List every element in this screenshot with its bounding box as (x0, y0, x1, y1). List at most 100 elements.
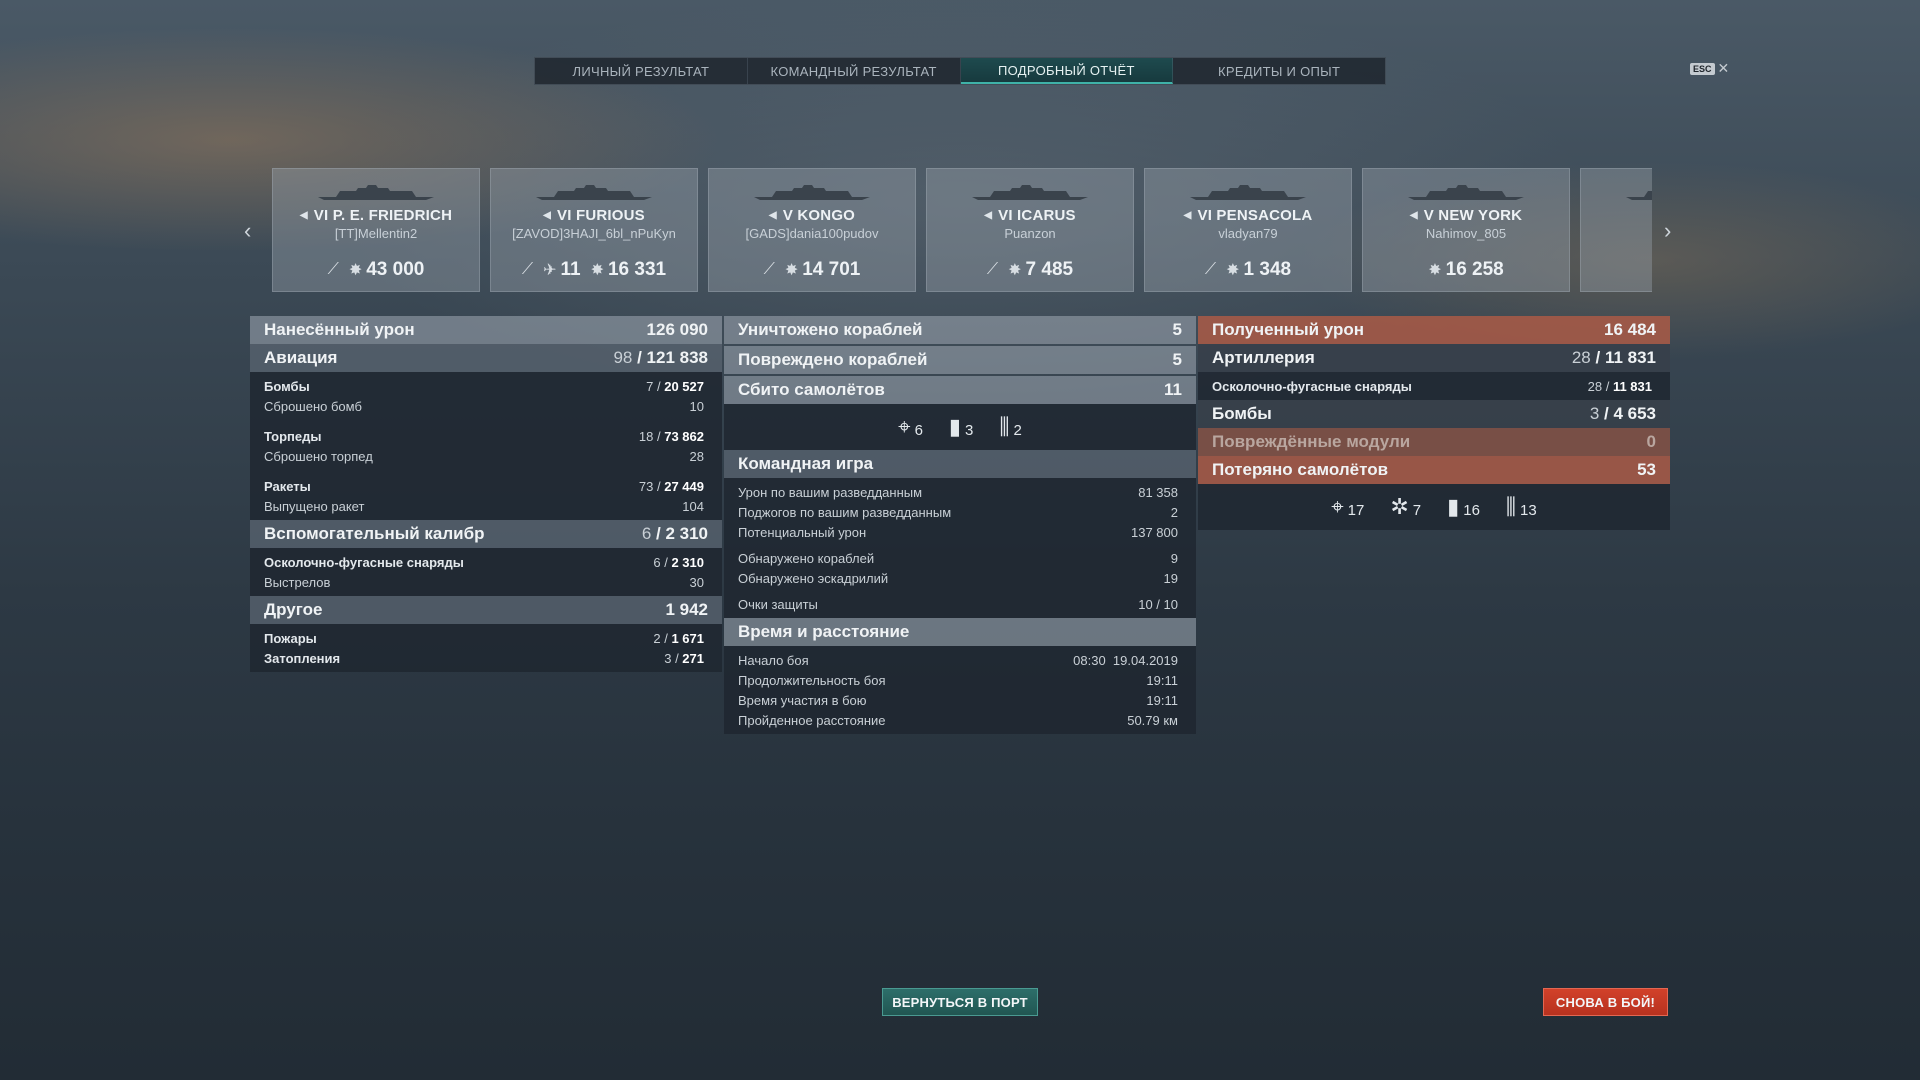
bombs-row: Бомбы 7 / 20 527 (264, 378, 704, 394)
prev-ships-arrow[interactable]: ‹ (244, 218, 251, 244)
bomber-icon: ▮ (948, 414, 962, 439)
spotting-fires-row: Поджогов по вашим разведданным 2 (738, 504, 1178, 520)
planes-lost-breakdown: ⌖ 17 ✲ 7 ▮ 16 ⫼ 13 (1198, 484, 1670, 530)
distance-row: Пройденное расстояние 50.79 км (738, 712, 1178, 728)
ship-silhouette-icon (1190, 185, 1306, 200)
ship-name: ◀ V NEW YORK (1409, 207, 1523, 224)
damage-stat: ✸ 7 485 (1008, 259, 1074, 280)
ship-class-icon: ◀ (1409, 210, 1418, 221)
squads-spotted-row: Обнаружено эскадрилий 19 (738, 570, 1178, 586)
ship-cards-carousel: ◀ VI P. E. FRIEDRICH [TT]Mellentin2 ⟋ ✸ 43… (272, 168, 1652, 292)
ship-silhouette-icon (754, 185, 870, 200)
time-distance-header: Время и расстояние (724, 618, 1196, 646)
torpedoes-row: Торпеды 18 / 73 862 (264, 428, 704, 444)
explosion-icon: ✸ (784, 262, 799, 279)
lost-bomber-count: ▮ 16 (1447, 494, 1480, 519)
ship-stats: ⟋ ✸ 14 701 (709, 259, 915, 281)
aviation-header: Авиация 98 / 121 838 (250, 344, 722, 372)
rockets-fired-row: Выпущено ракет 104 (264, 498, 704, 514)
ship-stats: ⟋ ✸ 1 348 (1145, 259, 1351, 281)
explosion-icon: ✸ (1008, 262, 1022, 279)
potential-damage-row: Потенциальный урон 137 800 (738, 524, 1178, 540)
planes-destroyed-stat: ✈ 11 (543, 259, 581, 280)
ship-stats: ⟋ ✸ 7 485 (927, 259, 1133, 281)
ship-stats: ✸ 16 258 (1363, 259, 1569, 281)
player-name: Nahimov_805 (1425, 226, 1507, 241)
other-label: Другое (264, 600, 323, 619)
ship-card[interactable]: ◀ V OK [MAI (1580, 168, 1652, 292)
esc-key-badge: ESC (1690, 62, 1715, 75)
ship-card[interactable]: ◀ VI PENSACOLA vladyan79 ⟋ ✸ 1 348 (1144, 168, 1352, 292)
next-ships-arrow[interactable]: › (1664, 218, 1671, 244)
ship-class-icon: ◀ (543, 210, 552, 221)
bomber-icon: ▮ (1447, 494, 1460, 519)
ship-card[interactable]: ◀ V KONGO [GADS]dania100pudov ⟋ ✸ 14 701 (708, 168, 916, 292)
explosion-icon: ✸ (590, 262, 604, 279)
shot-down-header: Сбито самолётов 11 (724, 376, 1196, 404)
ship-name: ◀ VI ICARUS (984, 207, 1076, 224)
torpedo-icon: ⟋ (1204, 261, 1217, 278)
teamplay-details: Урон по вашим разведданным 81 358 Поджого… (724, 478, 1196, 618)
close-icon: ✕ (1717, 60, 1730, 76)
ship-stats: ⟋ ✸ 43 000 (273, 259, 479, 281)
player-name: [ZAVOD]3HAJI_6bl_nPuKyn (512, 226, 676, 241)
ship-silhouette-icon (1408, 185, 1524, 200)
battle-again-button[interactable]: СНОВА В БОЙ! (1543, 988, 1668, 1016)
tab-team-result[interactable]: КОМАНДНЫЙ РЕЗУЛЬТАТ (748, 58, 961, 84)
ship-name: ◀ VI PENSACOLA (1183, 207, 1313, 224)
destroyed-header: Уничтожено кораблей 5 (724, 316, 1196, 344)
explosion-icon: ✸ (348, 262, 363, 279)
secondary-label: Вспомогательный калибр (264, 524, 485, 543)
damage-received-panel: Полученный урон 16 484 Артиллерия 28 / 11… (1198, 316, 1670, 530)
he-shells-row: Осколочно-фугасные снаряды 6 / 2 310 (264, 554, 704, 570)
player-name: [GADS]dania100pudov (745, 226, 879, 241)
secondary-details: Осколочно-фугасные снаряды 6 / 2 310 Выст… (250, 548, 722, 596)
player-name: Puanzon (1004, 226, 1056, 241)
lost-torpedo-bomber-count: ⫼ 13 (1505, 494, 1537, 519)
torpedo-icon: ⟋ (327, 261, 339, 278)
artillery-details: Осколочно-фугасные снаряды 28 / 11 831 (1198, 372, 1670, 400)
player-name: [TT]Mellentin2 (334, 226, 418, 241)
teamplay-header: Командная игра (724, 450, 1196, 478)
attack-plane-icon: ✲ (1390, 494, 1409, 519)
tab-personal-result[interactable]: ЛИЧНЫЙ РЕЗУЛЬТАТ (535, 58, 748, 84)
aviation-label: Авиация (264, 348, 338, 367)
secondary-header: Вспомогательный калибр 6 / 2 310 (250, 520, 722, 548)
damage-stat: ✸ 16 331 (590, 259, 667, 280)
torpedoes-dropped-row: Сброшено торпед 28 (264, 448, 704, 464)
close-button[interactable]: ESC ✕ (1690, 60, 1729, 77)
ship-silhouette-icon (536, 185, 652, 200)
ship-card[interactable]: ◀ V NEW YORK Nahimov_805 ✸ 16 258 (1362, 168, 1570, 292)
ship-silhouette-icon (1626, 191, 1652, 200)
lost-fighter-count: ⌖ 17 (1331, 494, 1365, 519)
damage-stat: ✸ 1 348 (1226, 259, 1292, 280)
torpedo-icon: ⟋ (986, 261, 999, 278)
explosion-icon: ✸ (1428, 262, 1442, 279)
lost-attack-count: ✲ 7 (1390, 494, 1422, 519)
return-to-port-button[interactable]: ВЕРНУТЬСЯ В ПОРТ (882, 988, 1038, 1016)
ship-silhouette-icon (972, 185, 1088, 200)
ship-card[interactable]: ◀ VI P. E. FRIEDRICH [TT]Mellentin2 ⟋ ✸ 43… (272, 168, 480, 292)
ship-card[interactable]: ◀ VI FURIOUS [ZAVOD]3HAJI_6bl_nPuKyn ⟋ ✈ 1… (490, 168, 698, 292)
damaged-header: Повреждено кораблей 5 (724, 346, 1196, 374)
bombs-dropped-row: Сброшено бомб 10 (264, 398, 704, 414)
fighter-count: ⌖ 6 (898, 414, 923, 439)
tab-credits-xp[interactable]: КРЕДИТЫ И ОПЫТ (1173, 58, 1385, 84)
defense-points-row: Очки защиты 10 / 10 (738, 596, 1178, 612)
ship-card[interactable]: ◀ VI ICARUS Puanzon ⟋ ✸ 7 485 (926, 168, 1134, 292)
other-details: Пожары 2 / 1 671 Затопления 3 / 271 (250, 624, 722, 672)
participation-time-row: Время участия в бою 19:11 (738, 692, 1178, 708)
torpedo-bomber-icon: ⫼ (999, 414, 1010, 439)
damage-stat: ✸ 43 000 (348, 259, 425, 280)
torpedo-bomber-count: ⫼ 2 (999, 414, 1022, 439)
tab-detailed-report[interactable]: ПОДРОБНЫЙ ОТЧЁТ (960, 58, 1174, 84)
ship-class-icon: ◀ (1183, 210, 1192, 221)
shots-row: Выстрелов 30 (264, 574, 704, 590)
artillery-header: Артиллерия 28 / 11 831 (1198, 344, 1670, 372)
ship-stats: ⟋ ✈ 11 ✸ 16 331 (491, 259, 697, 281)
aviation-details: Бомбы 7 / 20 527 Сброшено бомб 10 Торпеды 1… (250, 372, 722, 520)
secondary-value: 6 / 2 310 (641, 524, 708, 543)
ship-name: ◀ V KONGO (768, 207, 856, 224)
damage-dealt-total: 126 090 (646, 320, 708, 339)
battle-start-row: Начало боя 08:30 19.04.2019 (738, 652, 1178, 668)
